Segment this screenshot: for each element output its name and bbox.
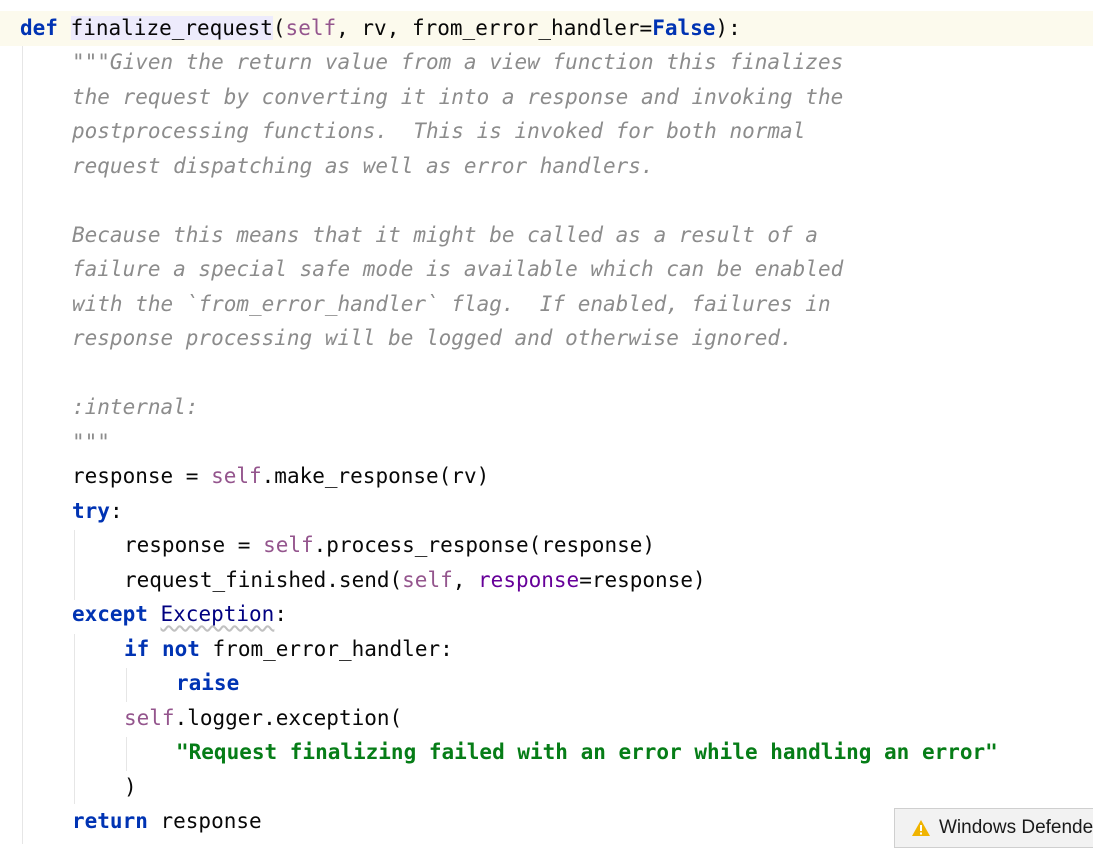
- function-name[interactable]: finalize_request: [70, 16, 273, 40]
- indent-guide: [74, 530, 75, 600]
- docstring-line: """: [72, 430, 110, 454]
- colon: :: [274, 602, 287, 626]
- self-keyword: self: [124, 706, 175, 730]
- self-keyword: self: [211, 464, 262, 488]
- colon: :: [109, 499, 123, 523]
- code-text: request_finished.send(: [124, 568, 403, 592]
- false-keyword: False: [652, 16, 716, 40]
- docstring-line: response processing will be logged and o…: [72, 326, 793, 350]
- params: , rv, from_error_handler=: [336, 16, 653, 40]
- windows-defender-notification[interactable]: Windows Defender: [894, 808, 1093, 848]
- raise-keyword: raise: [176, 671, 240, 695]
- code-text: response: [147, 809, 262, 833]
- code-text: response =: [72, 464, 212, 488]
- code-line: request_finished.send(self, response=res…: [124, 563, 1093, 598]
- code-line: if not from_error_handler:: [124, 632, 1093, 667]
- code-text: ,: [452, 568, 479, 592]
- paren: (: [272, 16, 286, 40]
- code-line: response = self.make_response(rv): [72, 459, 1093, 494]
- docstring-line: """Given the return value from a view fu…: [72, 50, 844, 74]
- code-text: .process_response(response): [313, 533, 656, 557]
- string-literal: "Request finalizing failed with an error…: [176, 740, 998, 764]
- not-keyword: not: [161, 637, 200, 661]
- paren-close: ):: [715, 16, 741, 40]
- code-line: response = self.process_response(respons…: [124, 528, 1093, 563]
- code-text: =response): [579, 568, 706, 592]
- indent-guide: [22, 44, 23, 844]
- code-line: except Exception:: [72, 597, 1093, 632]
- paren-close: ): [124, 775, 137, 799]
- docstring-line: :internal:: [72, 395, 199, 419]
- indent-guide: [74, 634, 75, 804]
- docstring-line: Because this means that it might be call…: [72, 223, 818, 247]
- def-keyword: def: [20, 16, 58, 40]
- notification-text: Windows Defender: [939, 817, 1093, 838]
- indent-guide: [126, 737, 127, 771]
- docstring-line: with the `from_error_handler` flag. If e…: [72, 292, 831, 316]
- self-param: self: [285, 16, 337, 40]
- code-text: response =: [124, 533, 264, 557]
- code-text: .make_response(rv): [261, 464, 490, 488]
- named-argument: response: [478, 568, 580, 592]
- code-text: from_error_handler:: [199, 637, 453, 661]
- docstring-line: request dispatching as well as error han…: [72, 154, 654, 178]
- return-keyword: return: [72, 809, 148, 833]
- code-line: self.logger.exception(: [124, 701, 1093, 736]
- code-text: .logger.exception(: [174, 706, 403, 730]
- exception-class: Exception: [160, 602, 275, 626]
- docstring-line: failure a special safe mode is available…: [72, 257, 844, 281]
- code-line: try:: [72, 494, 1093, 529]
- code-line-def[interactable]: def finalize_request(self, rv, from_erro…: [0, 11, 1093, 46]
- self-keyword: self: [402, 568, 453, 592]
- indent-guide: [126, 668, 127, 702]
- code-line: ): [124, 770, 1093, 805]
- code-line: raise: [176, 666, 1093, 701]
- warning-icon: [912, 820, 930, 836]
- code-line: "Request finalizing failed with an error…: [176, 735, 1093, 770]
- if-keyword: if: [124, 637, 150, 661]
- docstring-line: postprocessing functions. This is invoke…: [72, 119, 806, 143]
- except-keyword: except: [72, 602, 148, 626]
- self-keyword: self: [263, 533, 314, 557]
- try-keyword: try: [72, 499, 110, 523]
- docstring-line: the request by converting it into a resp…: [72, 85, 844, 109]
